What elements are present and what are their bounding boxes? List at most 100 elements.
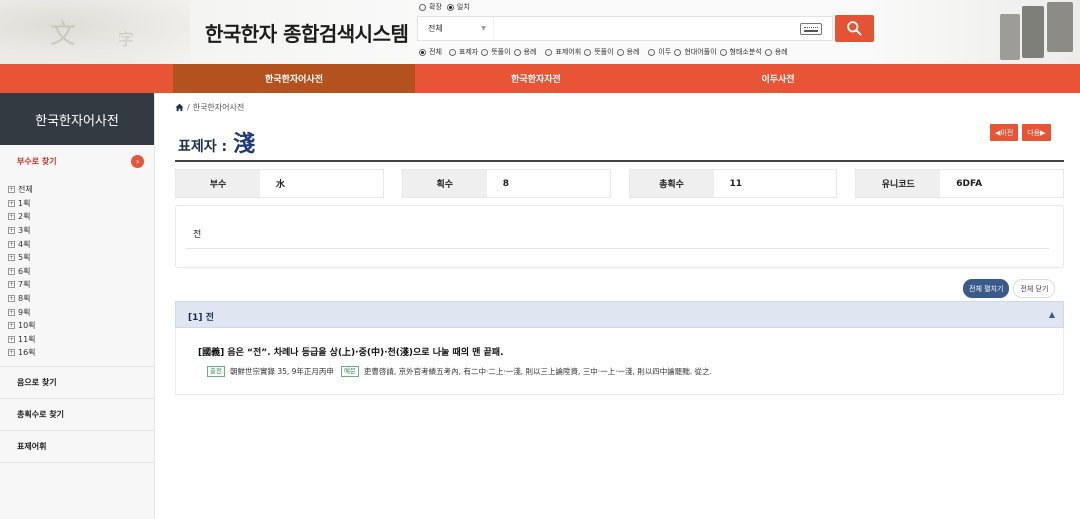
reading-value: 전 [193, 230, 202, 240]
nav-item-hanja-word-dictionary[interactable]: 한국한자어사전 [173, 64, 415, 93]
tree-item[interactable]: +7획 [8, 278, 154, 292]
info-total-strokes: 총획수 11 [628, 169, 838, 198]
sidebar-item-stroke-search[interactable]: 총획수로 찾기 [0, 399, 154, 431]
breadcrumb-current[interactable]: 한국한자어사전 [193, 102, 245, 113]
tree-item[interactable]: +16획 [8, 346, 154, 360]
search-button[interactable] [835, 15, 874, 42]
books-decoration [990, 0, 1080, 64]
tree-item[interactable]: +11획 [8, 333, 154, 347]
radio-scope[interactable] [448, 48, 456, 56]
expand-all-button[interactable]: 전체 펼치기 [963, 279, 1010, 298]
radio-label: 표제자 [458, 48, 479, 56]
info-value: 水 [260, 170, 383, 197]
tree-item[interactable]: +5획 [8, 251, 154, 265]
info-value: 6DFA [940, 170, 1063, 197]
prev-button[interactable]: ◀이전 [990, 124, 1019, 141]
site-header: 文 字 한국한자 종합검색시스템 확장 일치 전체 ▼ 전체 표제자 뜻풀이 용… [0, 0, 1080, 64]
collapse-all-button[interactable]: 전체 닫기 [1013, 279, 1056, 298]
radio-scope[interactable] [764, 48, 772, 56]
plus-icon[interactable]: + [8, 295, 15, 303]
home-icon[interactable] [175, 103, 184, 112]
info-label: 총획수 [629, 170, 714, 197]
radio-label: 확장 [429, 3, 442, 11]
radio-scope[interactable] [513, 48, 521, 56]
tree-item[interactable]: +9획 [8, 305, 154, 319]
plus-icon[interactable]: + [8, 349, 15, 357]
plus-icon[interactable]: + [8, 186, 15, 194]
radio-label: 이두 [658, 48, 672, 56]
sidebar-item-label: 총획수로 찾기 [17, 409, 64, 419]
sidebar-item-sound-search[interactable]: 음으로 찾기 [0, 367, 154, 399]
plus-icon[interactable]: + [8, 308, 15, 316]
radio-scope[interactable] [481, 48, 489, 56]
plus-icon[interactable]: + [8, 240, 15, 248]
entry-pager: ◀이전 다음▶ [990, 124, 1051, 141]
nav-item-idu-dictionary[interactable]: 이두사전 [657, 64, 899, 93]
info-unicode: 유니코드 6DFA [855, 169, 1064, 198]
entry-accordion-header[interactable]: [1] 전 ▲ [175, 301, 1064, 328]
nav-item-hanja-character-dictionary[interactable]: 한국한자자전 [415, 64, 657, 93]
tree-item[interactable]: +3획 [8, 224, 154, 238]
search-category-select[interactable]: 전체 ▼ [418, 17, 494, 40]
radio-scope[interactable] [545, 48, 553, 56]
plus-icon[interactable]: + [8, 227, 15, 235]
plus-icon[interactable]: + [8, 267, 15, 275]
tree-item-label: 11획 [18, 334, 36, 344]
plus-icon[interactable]: + [8, 199, 15, 207]
tree-item[interactable]: +1획 [8, 197, 154, 211]
sidebar-item-headword[interactable]: 표제어휘 [0, 431, 154, 463]
search-input[interactable] [494, 17, 800, 40]
source-text: 朝鮮世宗實錄 35, 9年正月丙申 [229, 367, 334, 376]
tree-item[interactable]: +10획 [8, 319, 154, 333]
breadcrumb-separator: / [187, 103, 190, 112]
radio-label: 용례 [523, 48, 537, 56]
info-label: 획수 [402, 170, 487, 197]
radio-scope[interactable] [419, 48, 426, 56]
plus-icon[interactable]: + [8, 254, 15, 262]
radio-label: 용례 [626, 48, 640, 56]
radio-scope[interactable] [719, 48, 727, 56]
tree-item-label: 6획 [18, 266, 31, 276]
entry-citations: 출전 朝鮮世宗實錄 35, 9年正月丙申 예문 吏曹啓請, 京外官考績五考內, … [207, 366, 712, 377]
radio-expand[interactable] [419, 3, 426, 11]
main-nav: 한국한자어사전 한국한자자전 이두사전 [0, 64, 1080, 93]
plus-icon[interactable]: + [8, 335, 15, 343]
sidebar-item-label: 부수로 찾기 [17, 156, 57, 166]
sidebar-item-label: 표제어휘 [17, 441, 47, 451]
sidebar-item-radical-search[interactable]: 부수로 찾기 › [0, 145, 154, 177]
tree-item-label: 7획 [18, 280, 31, 290]
radio-scope[interactable] [584, 48, 592, 56]
tree-item[interactable]: +8획 [8, 292, 154, 306]
next-button[interactable]: 다음▶ [1022, 124, 1051, 141]
plus-icon[interactable]: + [8, 322, 15, 330]
site-title[interactable]: 한국한자 종합검색시스템 [205, 18, 409, 47]
tree-item-label: 9획 [18, 307, 31, 317]
breadcrumb: / 한국한자어사전 [175, 102, 244, 113]
tree-item-label: 4획 [18, 239, 31, 249]
tree-item[interactable]: +4획 [8, 237, 154, 251]
entry-accordion-body: [國義] 음은 “전”. 차례나 등급을 상(上)·중(中)·천(淺)으로 나눌… [175, 328, 1064, 395]
page-title: 표제자 : 淺 [178, 126, 255, 158]
radio-scope[interactable] [674, 48, 682, 56]
match-options: 확장 일치 [419, 2, 470, 12]
stroke-tree: + 전체 +1획 +2획 +3획 +4획 +5획 +6획 +7획 +8획 +9획 … [0, 177, 154, 367]
info-value: 11 [713, 170, 837, 197]
radio-label: 현대어풀이 [684, 48, 717, 56]
info-value: 8 [486, 170, 610, 197]
radio-exact[interactable] [446, 3, 454, 11]
tree-item[interactable]: + 전체 [8, 183, 154, 197]
radio-label: 뜻풀이 [594, 48, 614, 56]
keyboard-icon[interactable] [800, 22, 822, 35]
tree-item[interactable]: +6획 [8, 265, 154, 279]
heading-character: 淺 [233, 131, 256, 157]
tree-item[interactable]: +2획 [8, 210, 154, 224]
radio-scope[interactable] [616, 48, 624, 56]
info-label: 부수 [176, 170, 260, 197]
arrow-right-icon[interactable]: › [131, 154, 144, 168]
plus-icon[interactable]: + [8, 213, 15, 221]
plus-icon[interactable]: + [8, 281, 15, 289]
search-category-value: 전체 [428, 24, 443, 33]
chevron-up-icon[interactable]: ▲ [1049, 310, 1055, 319]
radio-scope[interactable] [648, 48, 656, 56]
info-label: 유니코드 [856, 170, 941, 197]
